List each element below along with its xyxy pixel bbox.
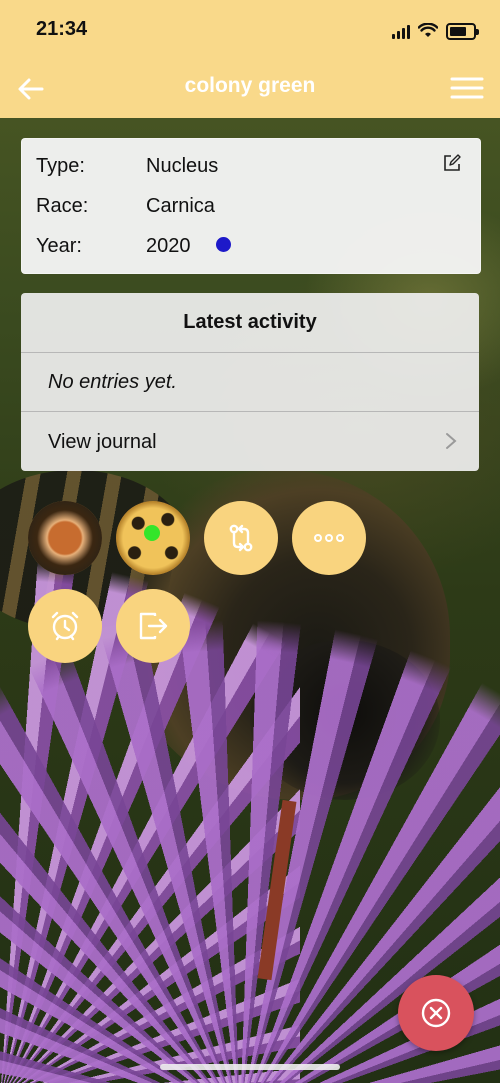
alarm-clock-icon (51, 611, 79, 641)
type-value: Nucleus (146, 155, 219, 177)
queen-color-marker (144, 525, 160, 541)
hamburger-menu-icon[interactable] (450, 76, 484, 100)
view-journal-label: View journal (48, 431, 157, 453)
latest-activity-card: Latest activity No entries yet. View jou… (21, 293, 479, 471)
status-time: 21:34 (36, 18, 88, 40)
activity-title: Latest activity (183, 311, 317, 333)
more-dots-icon (314, 534, 344, 542)
status-icons (392, 20, 479, 42)
mite-photo (28, 501, 102, 575)
year-color-marker (216, 237, 231, 252)
view-journal-row[interactable]: View journal (21, 412, 479, 471)
race-label: Race: (36, 195, 89, 217)
wifi-icon (418, 23, 438, 37)
close-circle-icon (421, 998, 451, 1028)
close-fab-button[interactable] (398, 975, 474, 1051)
signal-icon (392, 23, 410, 39)
page-title: colony green (184, 74, 316, 97)
activity-empty-text: No entries yet. (48, 371, 177, 393)
queen-button[interactable] (116, 501, 190, 575)
race-value: Carnica (146, 195, 215, 217)
queen-bee-photo (116, 501, 190, 575)
colony-info-card: Type: Nucleus Race: Carnica Year: 2020 (21, 138, 481, 274)
year-value: 2020 (146, 235, 191, 257)
home-indicator[interactable] (160, 1064, 340, 1070)
chevron-right-icon (446, 433, 457, 449)
exit-icon (139, 612, 168, 640)
reminder-button[interactable] (28, 589, 102, 663)
year-label: Year: (36, 235, 82, 257)
exit-button[interactable] (116, 589, 190, 663)
type-label: Type: (36, 155, 85, 177)
app-header: 21:34 colony green (0, 0, 500, 118)
varroa-mite-button[interactable] (28, 501, 102, 575)
swap-button[interactable] (204, 501, 278, 575)
battery-icon (446, 22, 479, 40)
divider (21, 352, 479, 353)
swap-arrows-icon (229, 524, 253, 552)
more-button[interactable] (292, 501, 366, 575)
edit-icon[interactable] (442, 153, 462, 173)
